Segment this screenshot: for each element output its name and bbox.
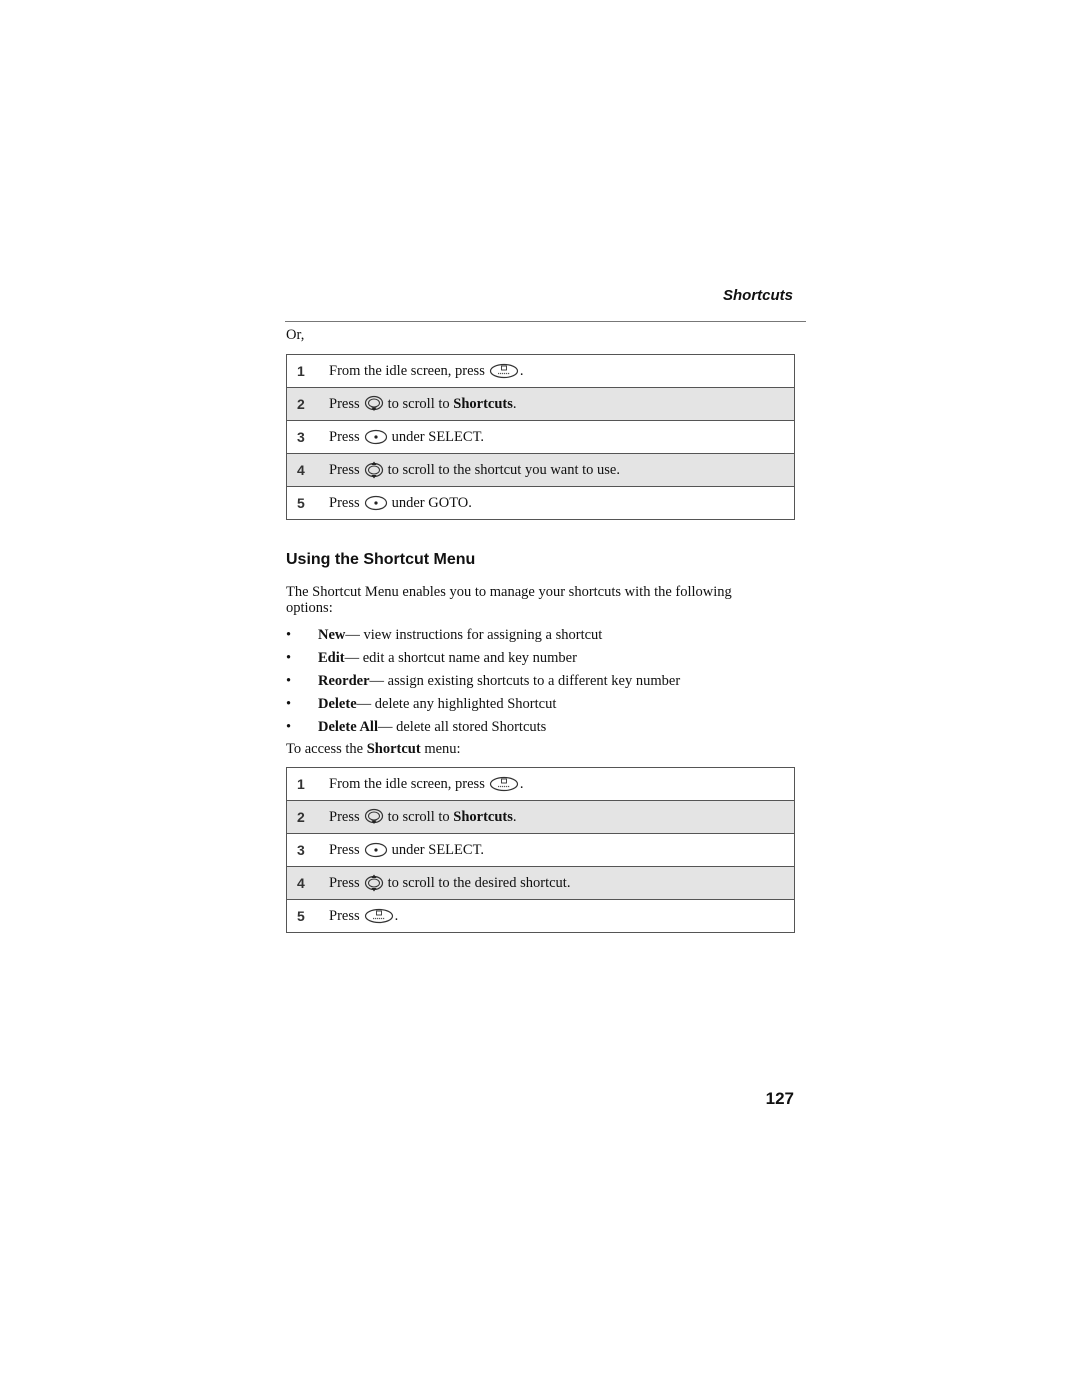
bullet-icon: • — [286, 627, 292, 643]
access-text-pre: To access the — [286, 741, 367, 757]
step-number: 1 — [297, 776, 305, 792]
option-term: Delete — [318, 696, 357, 712]
list-item: • Reorder — assign existing shortcuts to… — [286, 670, 680, 693]
step-row: 1 From the idle screen, press . — [287, 355, 794, 388]
step-number: 1 — [297, 363, 305, 379]
option-desc: — delete any highlighted Shortcut — [356, 696, 557, 712]
step-text: From the idle screen, press . — [329, 363, 523, 380]
step-number: 5 — [297, 495, 305, 511]
section-intro-line: options: — [286, 600, 333, 616]
step-text: Press to scroll to the desired shortcut. — [329, 873, 570, 893]
step-text-mid: under SELECT. — [391, 841, 484, 858]
step-row: 3 Press under SELECT. — [287, 421, 794, 454]
step-row: 2 Press to scroll to Shortcuts. — [287, 801, 794, 834]
step-text: Press under SELECT. — [329, 842, 484, 859]
scroll-updown-key-icon — [364, 460, 384, 480]
step-row: 4 Press to scroll to the shortcut you wa… — [287, 454, 794, 487]
option-desc: — assign existing shortcuts to a differe… — [369, 673, 681, 689]
bullet-icon: • — [286, 719, 292, 735]
procedure-table-2: 1 From the idle screen, press . 2 Press … — [286, 767, 795, 933]
step-text-mid: to scroll to — [387, 808, 450, 825]
step-number: 5 — [297, 908, 305, 924]
step-row: 3 Press under SELECT. — [287, 834, 794, 867]
step-text-post: . — [394, 907, 399, 924]
step-text-pre: Press — [329, 461, 360, 478]
section-intro: The Shortcut Menu enables you to manage … — [286, 584, 732, 616]
step-row: 4 Press to scroll to the desired shortcu… — [287, 867, 794, 900]
step-text-pre: Press — [329, 874, 360, 891]
step-text: Press to scroll to the shortcut you want… — [329, 460, 620, 480]
step-row: 5 Press . — [287, 900, 794, 933]
step-number: 3 — [297, 429, 305, 445]
menu-key-icon — [489, 363, 519, 379]
step-text-mid: under SELECT. — [391, 428, 484, 445]
scroll-down-key-icon — [364, 808, 384, 826]
option-desc: — view instructions for assigning a shor… — [345, 627, 603, 643]
option-term: Edit — [318, 650, 345, 666]
bullet-icon: • — [286, 650, 292, 666]
step-number: 4 — [297, 462, 305, 478]
select-key-icon — [364, 495, 388, 511]
access-text-bold: Shortcut — [366, 741, 421, 757]
scroll-down-key-icon — [364, 395, 384, 413]
step-number: 2 — [297, 396, 305, 412]
step-text-pre: Press — [329, 395, 360, 412]
step-row: 5 Press under GOTO. — [287, 487, 794, 520]
option-term: Delete All — [318, 719, 378, 735]
select-key-icon — [364, 429, 388, 445]
step-text: Press under GOTO. — [329, 495, 472, 512]
step-text-post: . — [512, 808, 517, 825]
section-intro-line: The Shortcut Menu enables you to manage … — [286, 584, 732, 600]
list-item: • Edit — edit a shortcut name and key nu… — [286, 647, 680, 670]
step-text-pre: From the idle screen, press — [329, 775, 485, 792]
bullet-icon: • — [286, 673, 292, 689]
step-number: 3 — [297, 842, 305, 858]
step-text-pre: From the idle screen, press — [329, 362, 485, 379]
step-text-mid: to scroll to the shortcut you want to us… — [387, 461, 620, 478]
procedure-table-1: 1 From the idle screen, press . 2 Press … — [286, 354, 795, 520]
header-rule — [285, 321, 806, 322]
step-text: Press to scroll to Shortcuts. — [329, 395, 517, 413]
step-text-pre: Press — [329, 841, 360, 858]
menu-key-icon — [364, 908, 394, 924]
step-number: 4 — [297, 875, 305, 891]
section-title: Using the Shortcut Menu — [286, 551, 476, 568]
step-text-post: . — [519, 775, 524, 792]
step-text-pre: Press — [329, 907, 360, 924]
access-text-post: menu: — [420, 741, 461, 757]
list-item: • Delete — delete any highlighted Shortc… — [286, 693, 680, 716]
step-text-pre: Press — [329, 428, 360, 445]
step-text-mid: to scroll to the desired shortcut. — [387, 874, 571, 891]
step-text-mid: to scroll to — [387, 395, 450, 412]
access-text: To access the Shortcut menu: — [286, 741, 461, 757]
step-text: Press . — [329, 908, 398, 925]
step-text-post: . — [512, 395, 517, 412]
step-row: 2 Press to scroll to Shortcuts. — [287, 388, 794, 421]
scroll-updown-key-icon — [364, 873, 384, 893]
step-text-bold: Shortcuts — [453, 395, 513, 412]
step-text: From the idle screen, press . — [329, 776, 523, 793]
step-text-bold: Shortcuts — [453, 808, 513, 825]
step-text: Press to scroll to Shortcuts. — [329, 808, 517, 826]
list-item: • New — view instructions for assigning … — [286, 624, 680, 647]
step-text-pre: Press — [329, 808, 360, 825]
step-text-post: . — [519, 362, 524, 379]
option-term: Reorder — [318, 673, 370, 689]
step-text-pre: Press — [329, 494, 360, 511]
option-desc: — delete all stored Shortcuts — [378, 719, 547, 735]
list-item: • Delete All — delete all stored Shortcu… — [286, 716, 680, 739]
menu-key-icon — [489, 776, 519, 792]
running-head: Shortcuts — [722, 287, 793, 304]
option-desc: — edit a shortcut name and key number — [344, 650, 577, 666]
step-number: 2 — [297, 809, 305, 825]
step-row: 1 From the idle screen, press . — [287, 768, 794, 801]
bullet-icon: • — [286, 696, 292, 712]
or-text: Or, — [286, 327, 305, 343]
option-term: New — [318, 627, 346, 643]
page-number: 127 — [765, 1089, 794, 1108]
options-list: • New — view instructions for assigning … — [286, 624, 680, 739]
step-text: Press under SELECT. — [329, 429, 484, 446]
select-key-icon — [364, 842, 388, 858]
step-text-mid: under GOTO. — [391, 494, 472, 511]
